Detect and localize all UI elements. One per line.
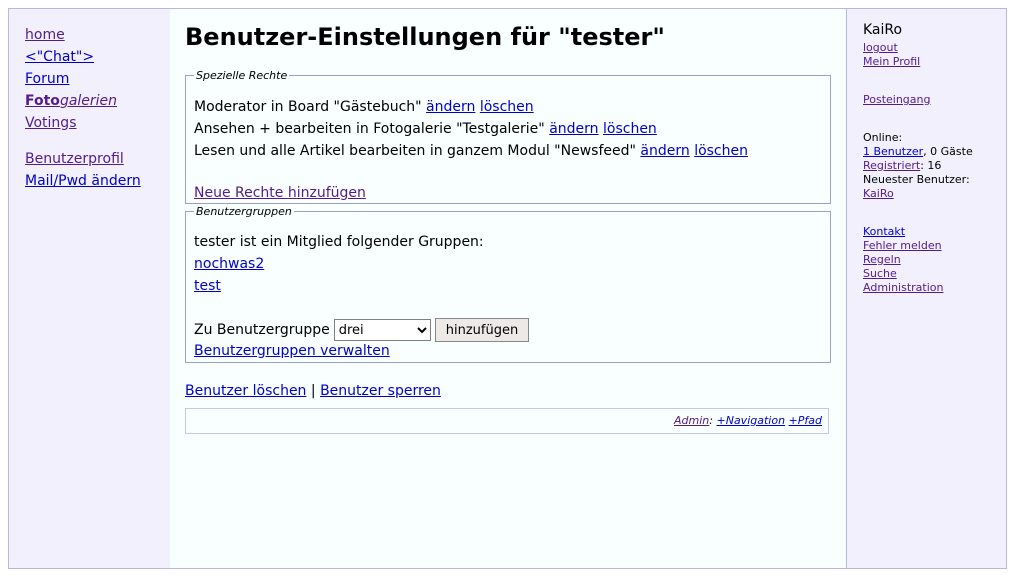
block-user-link[interactable]: Benutzer sperren <box>320 383 441 399</box>
logout-link[interactable]: logout <box>863 41 920 55</box>
groups-intro: tester ist ein Mitglied folgender Gruppe… <box>194 234 484 250</box>
manage-groups-link[interactable]: Benutzergruppen verwalten <box>194 343 390 359</box>
group-link[interactable]: test <box>194 278 221 294</box>
newest-user-link[interactable]: KaiRo <box>863 187 973 201</box>
username: KaiRo <box>863 22 903 38</box>
right-text: Ansehen + bearbeiten in Fotogalerie "Tes… <box>194 121 545 137</box>
online-stats: Online: 1 Benutzer, 0 Gäste Registriert:… <box>863 131 973 201</box>
nav-home-link[interactable]: home <box>25 24 117 46</box>
admin-link[interactable]: Admin <box>674 414 709 427</box>
main-nav: home <"Chat"> Forum Fotogalerien Votings <box>25 24 117 134</box>
special-rights-legend: Spezielle Rechte <box>196 69 288 82</box>
main-content: Benutzer-Einstellungen für "tester" Spez… <box>170 9 846 568</box>
admin-navigation-link[interactable]: +Navigation <box>717 414 786 427</box>
nav-fotogalerien-bold: Foto <box>25 93 60 109</box>
right-edit-link[interactable]: ändern <box>549 121 598 137</box>
right-row: Lesen und alle Artikel bearbeiten in gan… <box>194 143 748 159</box>
admin-path-link[interactable]: +Pfad <box>789 414 822 427</box>
user-groups-fieldset: Benutzergruppen tester ist ein Mitglied … <box>185 205 831 363</box>
add-group-button[interactable]: hinzufügen <box>434 318 530 342</box>
nav-votings-link[interactable]: Votings <box>25 112 117 134</box>
inbox-section: Posteingang <box>863 93 931 107</box>
right-delete-link[interactable]: löschen <box>603 121 657 137</box>
right-delete-link[interactable]: löschen <box>694 143 748 159</box>
actions-separator: | <box>310 383 316 399</box>
add-group-row: Zu Benutzergruppe drei hinzufügen <box>194 318 530 342</box>
inbox-link[interactable]: Posteingang <box>863 93 931 107</box>
group-select[interactable]: drei <box>333 319 431 341</box>
online-count: 1 Benutzer, 0 Gäste <box>863 145 973 159</box>
group-item: nochwas2 <box>194 256 264 272</box>
my-profile-link[interactable]: Mein Profil <box>863 55 920 69</box>
admin-bar: Admin: +Navigation +Pfad <box>185 408 829 434</box>
nav-forum-link[interactable]: Forum <box>25 68 117 90</box>
delete-user-link[interactable]: Benutzer löschen <box>185 383 306 399</box>
special-rights-fieldset: Spezielle Rechte Moderator in Board "Gäs… <box>185 69 831 204</box>
user-groups-legend: Benutzergruppen <box>196 205 292 218</box>
manage-groups-row: Benutzergruppen verwalten <box>194 343 390 359</box>
right-text: Lesen und alle Artikel bearbeiten in gan… <box>194 143 636 159</box>
user-actions: Benutzer löschen | Benutzer sperren <box>185 383 441 399</box>
user-nav: Benutzerprofil Mail/Pwd ändern <box>25 148 141 192</box>
nav-fotogalerien-link[interactable]: Fotogalerien <box>25 90 117 112</box>
registered-link[interactable]: Registriert <box>863 159 920 172</box>
group-link[interactable]: nochwas2 <box>194 256 264 272</box>
nav-mailpwd-link[interactable]: Mail/Pwd ändern <box>25 170 141 192</box>
footer-links: Kontakt Fehler melden Regeln Suche Admin… <box>863 225 944 295</box>
right-edit-link[interactable]: ändern <box>640 143 689 159</box>
right-row: Moderator in Board "Gästebuch" ändern lö… <box>194 99 534 115</box>
add-right-link[interactable]: Neue Rechte hinzufügen <box>194 185 366 201</box>
online-label: Online: <box>863 131 903 144</box>
right-sidebar: KaiRo logout Mein Profil Posteingang Onl… <box>846 9 1006 568</box>
nav-fotogalerien-italic: galerien <box>59 93 118 109</box>
group-item: test <box>194 278 221 294</box>
right-row: Ansehen + bearbeiten in Fotogalerie "Tes… <box>194 121 657 137</box>
add-right-row: Neue Rechte hinzufügen <box>194 185 366 201</box>
nav-chat-link[interactable]: <"Chat"> <box>25 46 117 68</box>
report-error-link[interactable]: Fehler melden <box>863 239 944 253</box>
contact-link[interactable]: Kontakt <box>863 225 944 239</box>
registered-count: Registriert: 16 <box>863 159 973 173</box>
rules-link[interactable]: Regeln <box>863 253 944 267</box>
online-guests: , 0 Gäste <box>923 145 973 158</box>
nav-profile-link[interactable]: Benutzerprofil <box>25 148 141 170</box>
add-group-label: Zu Benutzergruppe <box>194 322 330 338</box>
search-link[interactable]: Suche <box>863 267 944 281</box>
registered-value: : 16 <box>920 159 942 172</box>
left-sidebar: home <"Chat"> Forum Fotogalerien Votings… <box>9 9 171 568</box>
administration-link[interactable]: Administration <box>863 281 944 295</box>
newest-user-label: Neuester Benutzer: <box>863 173 970 186</box>
account-links: logout Mein Profil <box>863 41 920 69</box>
page-title: Benutzer-Einstellungen für "tester" <box>185 23 665 51</box>
right-text: Moderator in Board "Gästebuch" <box>194 99 422 115</box>
admin-colon: : <box>709 414 713 427</box>
right-edit-link[interactable]: ändern <box>426 99 475 115</box>
right-delete-link[interactable]: löschen <box>480 99 534 115</box>
online-users-link[interactable]: 1 Benutzer <box>863 145 923 158</box>
